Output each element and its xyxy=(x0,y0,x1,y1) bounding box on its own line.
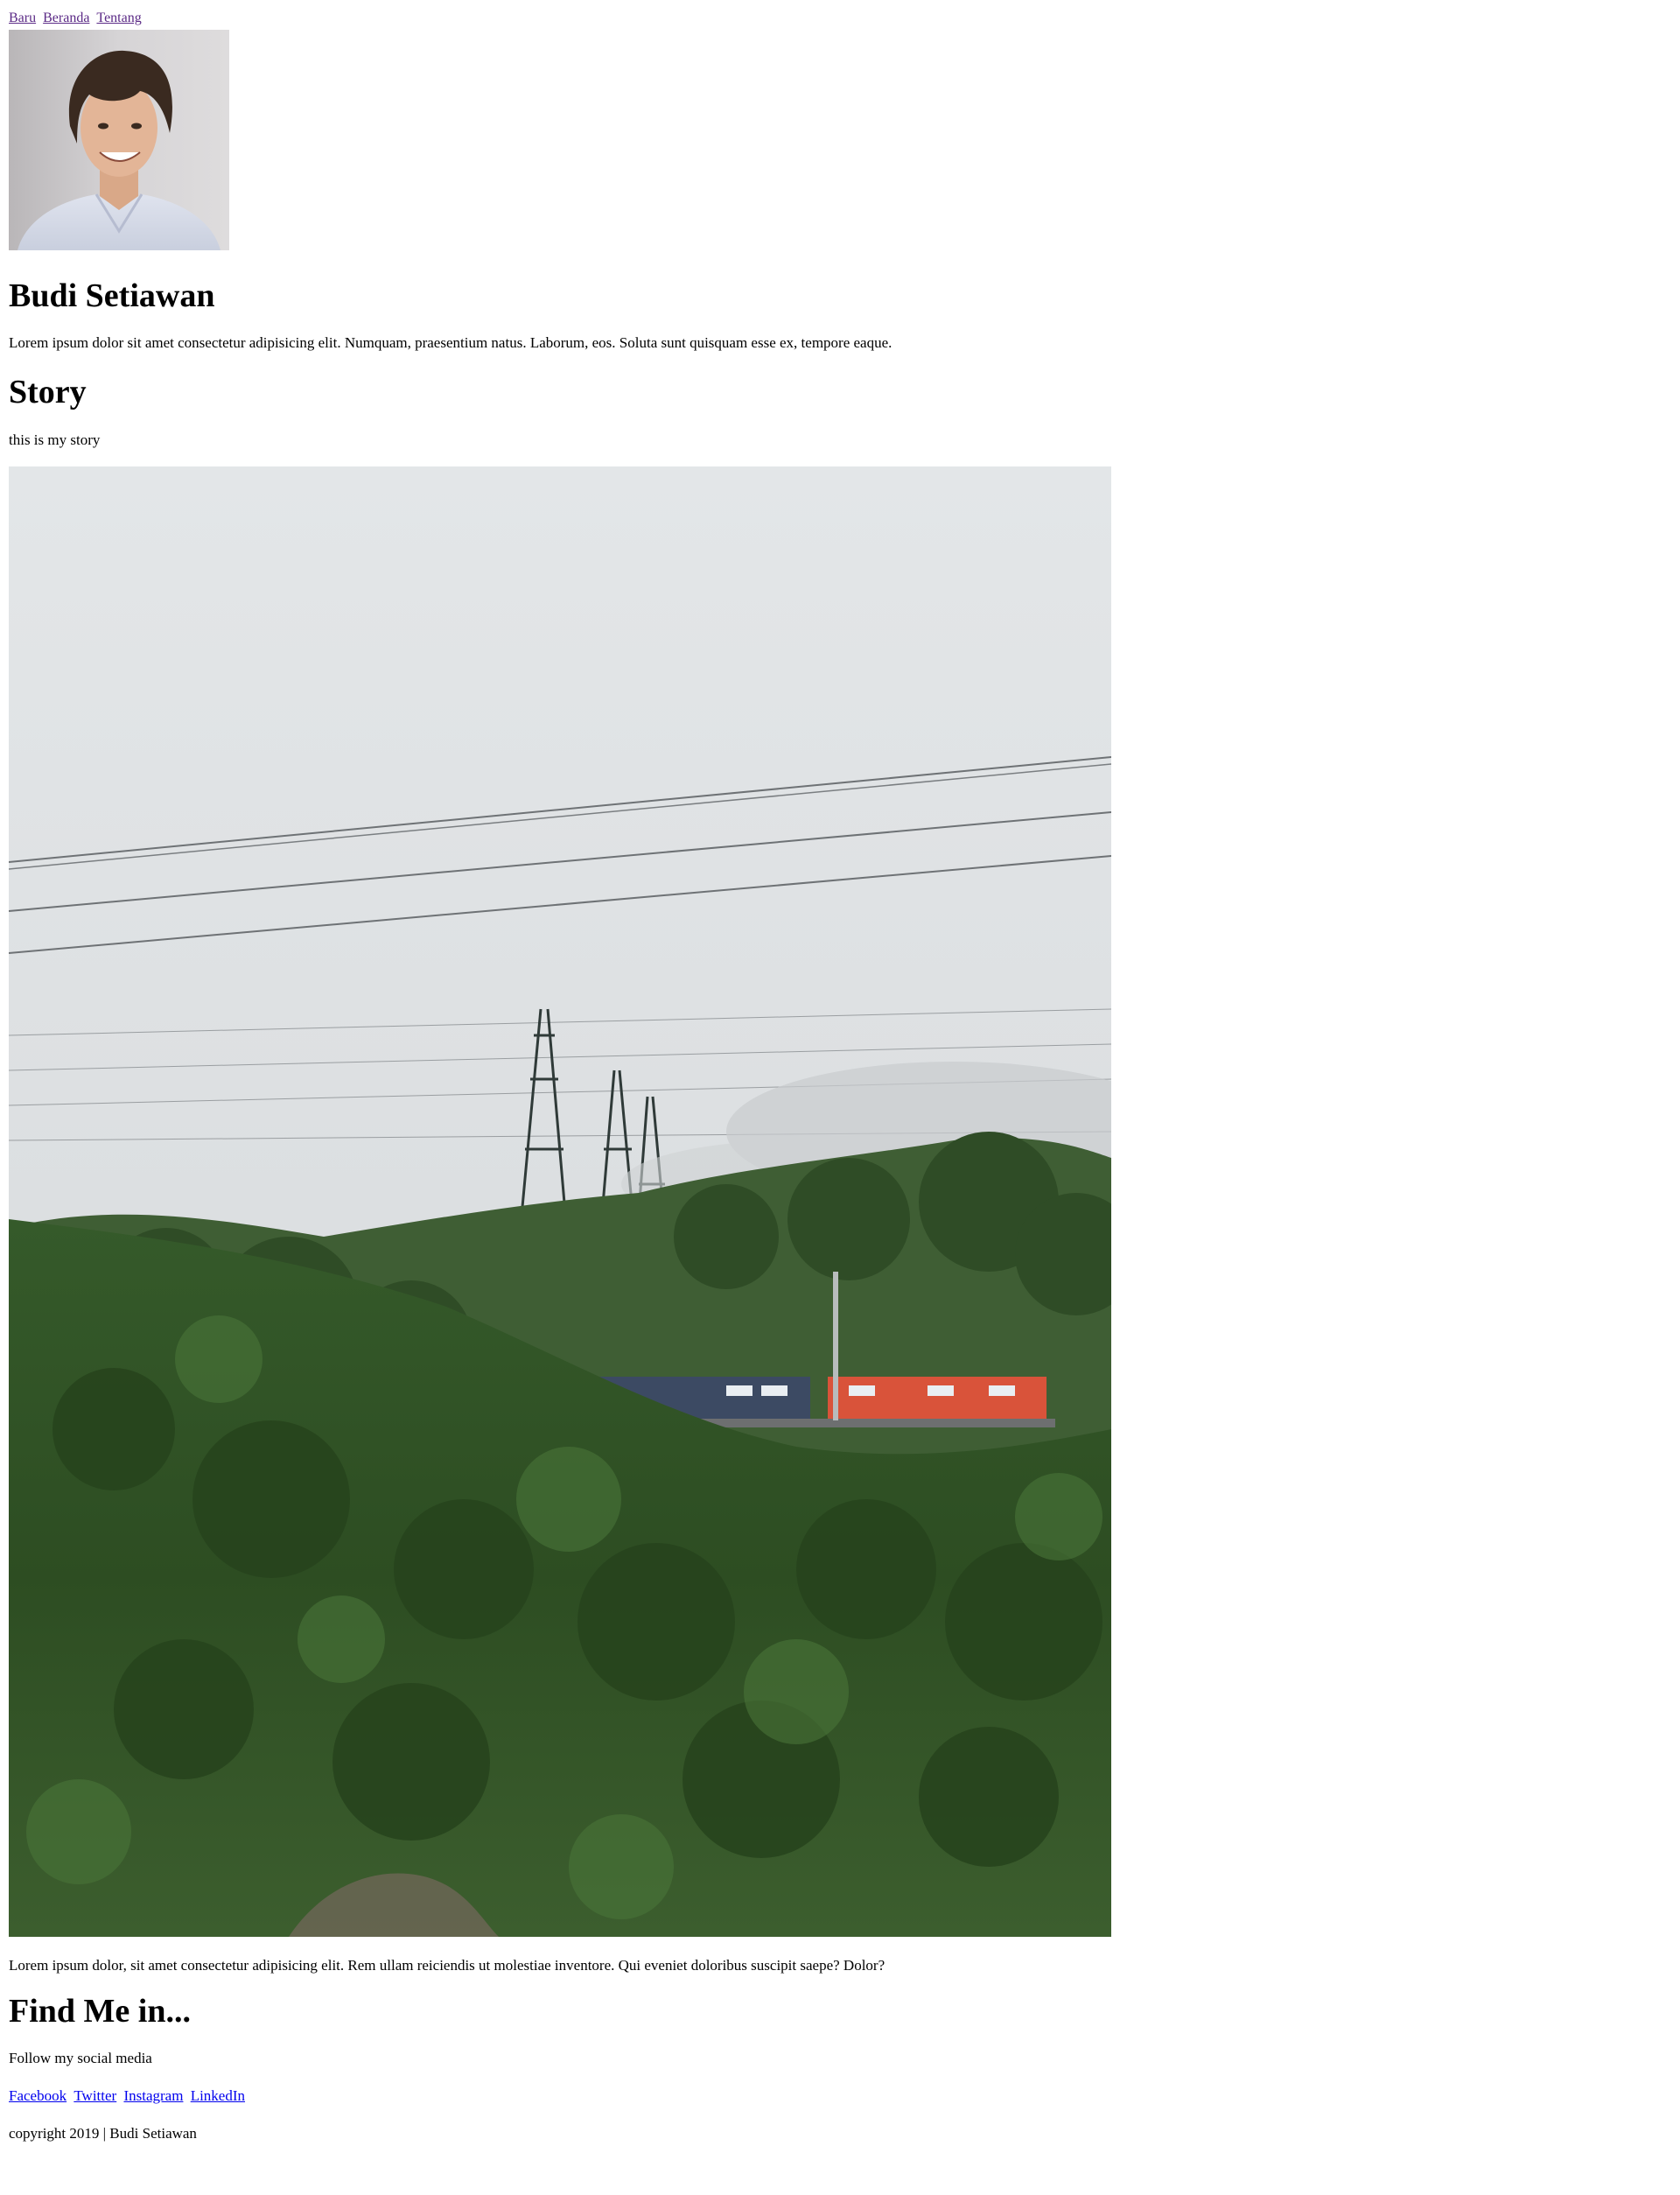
story-text: this is my story xyxy=(9,431,101,448)
footer-copyright: copyright 2019 | Budi Setiawan xyxy=(9,2125,197,2142)
twitter-link[interactable]: Twitter xyxy=(74,2087,116,2104)
linkedin-link[interactable]: LinkedIn xyxy=(191,2087,245,2104)
facebook-link[interactable]: Facebook xyxy=(9,2087,66,2104)
instagram-link[interactable]: Instagram xyxy=(123,2087,183,2104)
nav-link-beranda[interactable]: Beranda xyxy=(43,11,89,25)
page: Baru Beranda Tentang Budi Setiawan Lorem… xyxy=(0,0,1680,2195)
top-nav: Baru Beranda Tentang xyxy=(9,9,1671,28)
find-me-heading: Find Me in... xyxy=(9,1992,191,2030)
find-me-text: Follow my social media xyxy=(9,2050,152,2067)
story-photo xyxy=(9,466,1111,1937)
social-links: Facebook Twitter Instagram LinkedIn xyxy=(9,2086,1671,2107)
nav-link-baru[interactable]: Baru xyxy=(9,11,36,25)
profile-name: Budi Setiawan xyxy=(9,277,215,314)
story-heading: Story xyxy=(9,374,87,411)
profile-photo xyxy=(9,29,229,250)
story-caption: Lorem ipsum dolor, sit amet consectetur … xyxy=(9,1956,886,1974)
nav-link-tentang[interactable]: Tentang xyxy=(96,11,141,25)
profile-bio: Lorem ipsum dolor sit amet consectetur a… xyxy=(9,334,892,352)
